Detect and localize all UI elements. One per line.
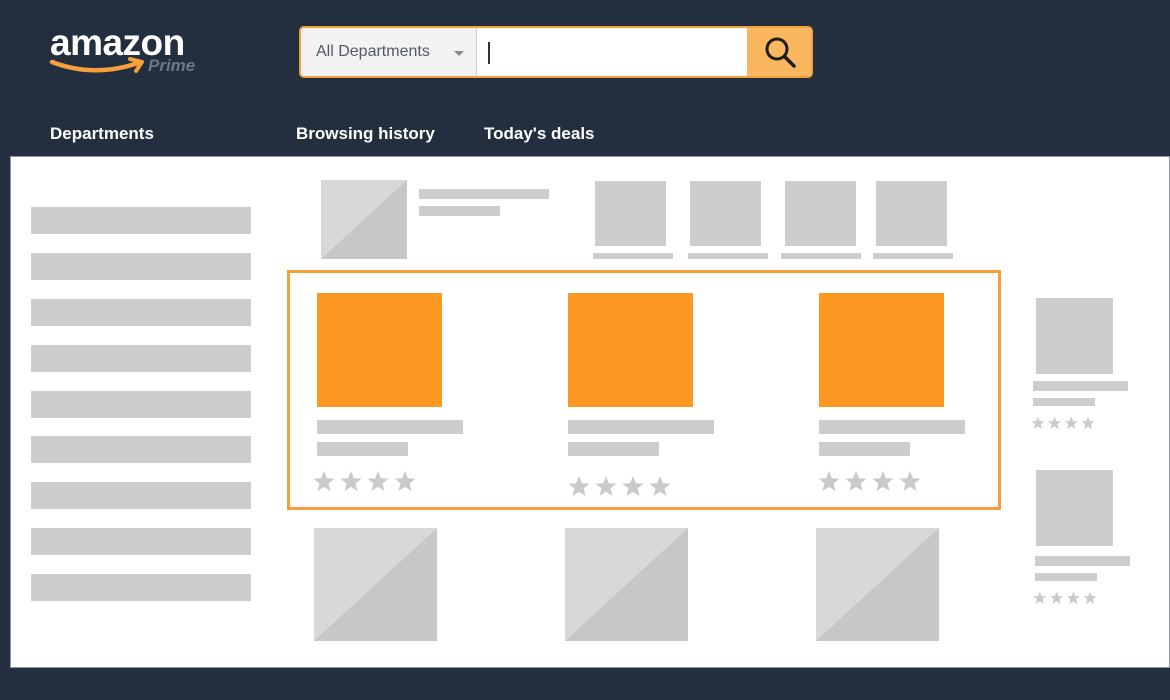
text-placeholder	[819, 442, 910, 456]
text-placeholder	[419, 189, 549, 199]
star-rating	[1031, 416, 1095, 430]
text-placeholder	[593, 253, 673, 259]
text-placeholder	[317, 420, 463, 434]
star-icon	[1033, 591, 1047, 605]
star-rating	[568, 476, 671, 496]
text-placeholder	[1033, 398, 1095, 406]
image-placeholder[interactable]	[321, 180, 407, 259]
sidebar-item[interactable]	[31, 207, 251, 234]
thumbnail[interactable]	[1036, 298, 1113, 374]
text-placeholder	[419, 206, 500, 216]
image-placeholder[interactable]	[314, 528, 437, 641]
thumbnail[interactable]	[690, 181, 761, 246]
text-placeholder	[1035, 573, 1097, 581]
text-placeholder	[1033, 381, 1128, 391]
nav-todays-deals[interactable]: Today's deals	[484, 124, 595, 144]
star-icon	[313, 471, 335, 491]
chevron-down-icon	[454, 51, 464, 56]
text-placeholder	[317, 442, 408, 456]
star-icon	[649, 476, 671, 496]
product-image[interactable]	[819, 293, 944, 407]
smile-arrow-icon	[49, 57, 144, 73]
star-icon	[1066, 591, 1080, 605]
sidebar-item[interactable]	[31, 299, 251, 326]
star-rating	[818, 471, 921, 491]
product-image[interactable]	[317, 293, 442, 407]
star-rating	[1033, 591, 1097, 605]
text-placeholder	[568, 420, 714, 434]
star-icon	[340, 471, 362, 491]
star-icon	[872, 471, 894, 491]
text-placeholder	[819, 420, 965, 434]
nav-departments[interactable]: Departments	[50, 124, 154, 144]
search-icon	[765, 37, 796, 68]
star-icon	[568, 476, 590, 496]
star-icon	[595, 476, 617, 496]
sidebar-item[interactable]	[31, 482, 251, 509]
thumbnail[interactable]	[876, 181, 947, 246]
image-placeholder[interactable]	[816, 528, 939, 641]
thumbnail[interactable]	[785, 181, 856, 246]
star-icon	[1083, 591, 1097, 605]
star-icon	[622, 476, 644, 496]
star-icon	[899, 471, 921, 491]
thumbnail[interactable]	[1036, 470, 1113, 546]
text-cursor	[488, 42, 490, 64]
sidebar-item[interactable]	[31, 528, 251, 555]
amazon-prime-logo[interactable]: amazon Prime	[46, 22, 226, 82]
star-icon	[367, 471, 389, 491]
department-select[interactable]: All Departments	[301, 28, 477, 76]
star-icon	[845, 471, 867, 491]
star-rating	[313, 471, 416, 491]
star-icon	[818, 471, 840, 491]
text-placeholder	[688, 253, 768, 259]
search-bar: All Departments	[299, 26, 813, 78]
search-input[interactable]	[477, 28, 747, 76]
sidebar-item[interactable]	[31, 391, 251, 418]
star-icon	[1048, 416, 1062, 430]
star-icon	[394, 471, 416, 491]
nav-browsing-history[interactable]: Browsing history	[296, 124, 435, 144]
sidebar-item[interactable]	[31, 574, 251, 601]
text-placeholder	[781, 253, 861, 259]
text-placeholder	[1035, 556, 1130, 566]
star-icon	[1031, 416, 1045, 430]
image-placeholder[interactable]	[565, 528, 688, 641]
department-label: All Departments	[316, 43, 430, 60]
text-placeholder	[873, 253, 953, 259]
product-image[interactable]	[568, 293, 693, 407]
thumbnail[interactable]	[595, 181, 666, 246]
star-icon	[1064, 416, 1078, 430]
star-icon	[1050, 591, 1064, 605]
star-icon	[1081, 416, 1095, 430]
search-button[interactable]	[747, 28, 811, 76]
logo-prime: Prime	[148, 56, 196, 75]
sidebar-item[interactable]	[31, 436, 251, 463]
text-placeholder	[568, 442, 659, 456]
sidebar-item[interactable]	[31, 253, 251, 280]
sidebar-item[interactable]	[31, 345, 251, 372]
